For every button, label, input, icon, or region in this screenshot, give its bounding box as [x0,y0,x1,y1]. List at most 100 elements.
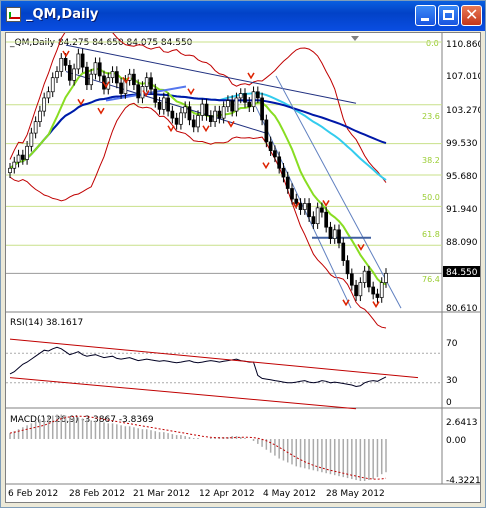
price-tick: 80.610 [446,304,478,314]
candle-body [63,58,68,66]
candle-body [221,106,226,119]
candle-body [217,110,222,119]
candle-body [200,103,205,116]
fibo-label: 38.2 [422,156,440,165]
candle-body [161,97,166,110]
candle-body [20,154,25,160]
candle-body [324,211,329,228]
terminal-window: _QM,Daily ✕ _QM,Daily 84.275 84.650 84.0… [0,0,486,508]
candle-body [345,260,350,275]
macd-tick: 2.6413 [446,418,478,428]
candle-body [320,207,324,213]
candle-body [136,84,141,99]
candle-body [328,226,333,239]
candle-body [80,53,85,68]
macd-tick: -4.3221 [446,476,480,486]
candle-body [46,91,51,99]
candle-body [29,132,34,147]
candle-body [97,62,102,77]
close-icon: ✕ [465,5,479,24]
candle-body [85,66,89,86]
price-tick: 107.010 [446,72,480,82]
candle-body [55,71,59,79]
candle-body [204,103,209,116]
candle-body [260,97,264,121]
chart-window-icon[interactable] [6,7,21,22]
time-label: 21 Mar 2012 [133,489,190,499]
candle-body [166,97,170,112]
price-tick: 91.940 [446,205,478,215]
candle-body [354,284,358,297]
macd-signal-line [9,415,387,480]
minimize-icon [421,18,429,21]
rsi-tick: 30 [446,376,458,386]
candle-body [76,53,81,70]
minimize-button[interactable] [415,5,436,26]
candle-body [277,156,282,169]
candle-body [273,150,277,158]
candle-body [298,203,303,210]
candle-body [149,77,153,90]
macd-tick: 0.00 [446,436,466,446]
candle-body [247,101,252,108]
candle-body [294,198,299,204]
fractal-marker [97,107,105,115]
maximize-button[interactable] [438,5,459,26]
fractal-marker [202,125,210,133]
candle-body [8,167,12,174]
price-chart-svg[interactable]: _QM,Daily 84.275 84.650 84.075 84.550 RS… [6,33,480,502]
candle-body [144,77,149,87]
time-label: 12 Apr 2012 [199,489,255,499]
rsi-trend-line [9,377,357,410]
candle-body [302,203,307,210]
price-tick: 95.680 [446,172,478,182]
price-tick: 103.270 [446,106,480,116]
candle-body [213,110,217,123]
candle-body [208,115,213,123]
candle-body [196,115,200,128]
last-price-label: 84.550 [446,268,478,278]
candle-body [375,293,380,298]
candle-body [114,71,119,84]
chart-canvas[interactable]: _QM,Daily 84.275 84.650 84.075 84.550 RS… [5,32,481,503]
candle-body [255,91,260,99]
candle-body [67,65,72,81]
candle-body [290,188,294,200]
fractal-marker [247,72,255,80]
fibo-label: 0.0 [426,39,439,48]
price-tick: 99.530 [446,139,478,149]
candle-body [268,141,273,152]
symbol-header: _QM,Daily 84.275 84.650 84.075 84.550 [9,38,193,48]
title-bar[interactable]: _QM,Daily ✕ [1,1,485,31]
time-label: 4 May 2012 [263,489,316,499]
time-label: 28 Feb 2012 [69,489,125,499]
rsi-label: RSI(14) 38.1617 [10,318,83,328]
candle-body [362,270,367,283]
close-button[interactable]: ✕ [461,5,482,26]
candle-body [157,101,162,110]
window-title: _QM,Daily [26,7,99,22]
candle-body [153,88,158,103]
candle-body [59,58,64,72]
candle-body [187,106,192,121]
candle-body [234,97,239,112]
candle-body [337,229,341,244]
candle-body [238,93,243,99]
candle-body [264,119,269,143]
candle-body [367,270,371,288]
fractal-marker [342,299,350,307]
fibo-label: 23.6 [422,112,440,121]
candle-body [93,62,98,75]
price-tick: 88.090 [446,238,478,248]
candle-body [72,68,76,81]
fractal-marker [167,125,175,133]
rsi-tick: 0 [446,398,452,408]
maximize-icon [443,10,454,20]
candle-body [251,91,256,108]
chart-shift-icon[interactable] [351,36,359,41]
price-tick: 110.860 [446,40,480,50]
candle-body [230,100,235,112]
fibo-label: 50.0 [422,193,440,202]
fractal-marker [77,98,85,106]
bollinger-lower [9,102,387,329]
